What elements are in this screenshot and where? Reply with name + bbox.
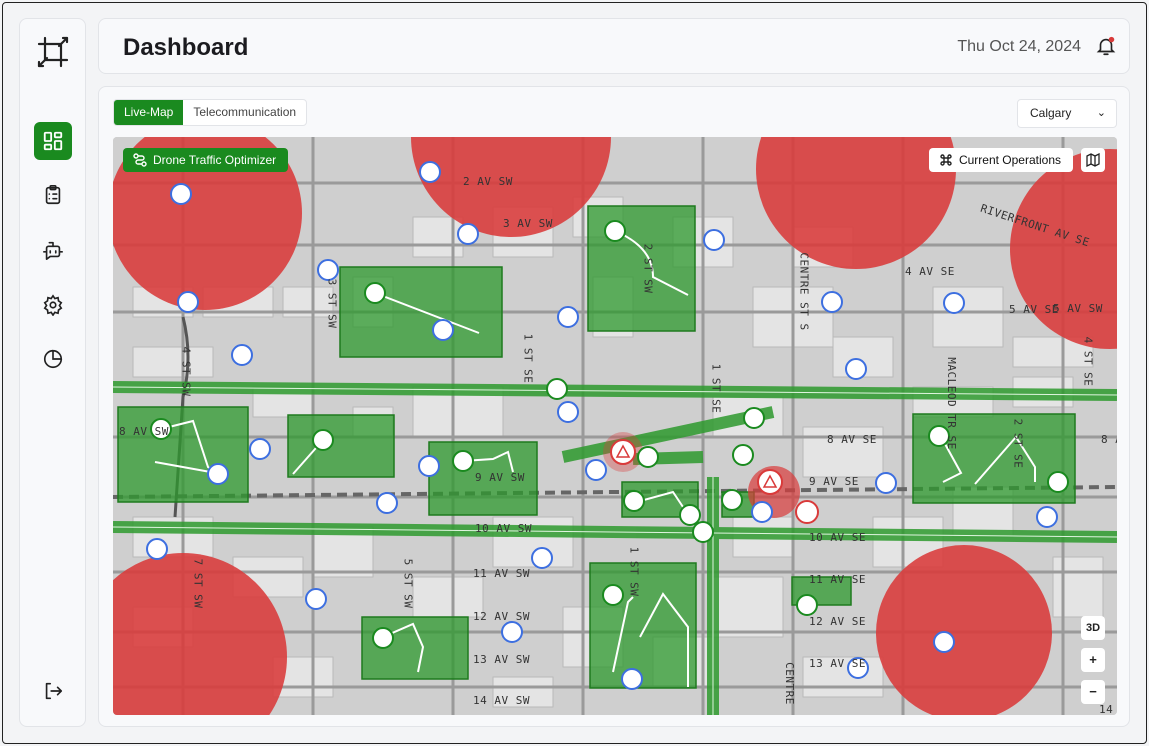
logout-icon: [45, 682, 63, 700]
map-canvas[interactable]: [113, 137, 1117, 715]
street-label: 8 AV SE: [827, 433, 877, 446]
gear-icon: [43, 294, 63, 316]
clipboard-icon: [45, 185, 61, 205]
street-label: 1 ST SW: [627, 546, 641, 597]
street-label: 9 AV SW: [475, 471, 525, 484]
page-title: Dashboard: [123, 34, 249, 61]
street-label: 3 AV SW: [503, 217, 553, 230]
tab-telecommunication[interactable]: Telecommunication: [183, 100, 306, 125]
notification-button[interactable]: [1095, 35, 1117, 57]
street-label: 2 ST SW: [641, 243, 655, 294]
dashboard-icon: [43, 131, 63, 151]
street-label: 13 AV SE: [809, 657, 866, 670]
street-label: 5 ST SW: [401, 558, 415, 609]
view-tabs: Live-Map Telecommunication: [113, 99, 308, 126]
logo-icon[interactable]: [34, 33, 72, 71]
command-icon: [940, 154, 952, 166]
street-label: 10 AV SW: [475, 522, 532, 535]
sidebar-item-dashboard[interactable]: [34, 122, 72, 160]
street-label: 10 AV SE: [809, 531, 866, 544]
zoom-in-button[interactable]: +: [1081, 648, 1105, 672]
route-icon: [133, 153, 147, 167]
street-label: 4 ST SW: [179, 346, 193, 397]
live-map[interactable]: 2 AV SW 3 AV SW RIVERFRONT AV SE 4 AV SE…: [113, 137, 1117, 715]
street-label: 1 ST SE: [521, 333, 535, 384]
header: Dashboard Thu Oct 24, 2024: [98, 18, 1130, 74]
street-label: 8 AV SW: [119, 425, 169, 438]
main-panel: Live-Map Telecommunication Calgary ⌄ 2 A…: [98, 86, 1130, 727]
street-label: 7 ST SW: [191, 558, 205, 609]
logout-button[interactable]: [34, 672, 72, 710]
street-label: 14 AV SW: [473, 694, 530, 707]
street-label: 4 AV SE: [905, 265, 955, 278]
tab-live-map[interactable]: Live-Map: [114, 100, 184, 125]
street-label: 2 AV SW: [463, 175, 513, 188]
street-label: 4 ST SE: [1081, 336, 1095, 387]
street-label: 5 AV SE: [1009, 303, 1059, 316]
drone-traffic-optimizer-label: Drone Traffic Optimizer: [153, 153, 277, 167]
street-label: 3 ST SW: [325, 278, 339, 329]
sidebar-item-reports[interactable]: [34, 176, 72, 214]
sidebar: [19, 18, 86, 727]
city-select-value: Calgary: [1030, 106, 1072, 120]
street-label: CENTRE: [782, 662, 796, 705]
street-label: 12 AV SE: [809, 615, 866, 628]
chevron-down-icon: ⌄: [1096, 107, 1106, 119]
sidebar-item-analytics[interactable]: [34, 340, 72, 378]
street-label: 12 AV SW: [473, 610, 530, 623]
map-icon: [1086, 153, 1100, 167]
street-label: 1 ST SE: [709, 363, 723, 414]
current-operations-label: Current Operations: [958, 153, 1061, 167]
3d-toggle-button[interactable]: 3D: [1081, 616, 1105, 640]
current-date: Thu Oct 24, 2024: [957, 38, 1081, 55]
street-label: 9 AV SE: [809, 475, 859, 488]
drone-traffic-optimizer-button[interactable]: Drone Traffic Optimizer: [123, 148, 289, 172]
bot-icon: [43, 241, 63, 260]
street-label: 11 AV SW: [473, 567, 530, 580]
sidebar-item-assistant[interactable]: [34, 231, 72, 269]
street-label: 2 ST SE: [1011, 418, 1025, 469]
zoom-out-button[interactable]: −: [1081, 680, 1105, 704]
sidebar-item-settings[interactable]: [34, 286, 72, 324]
pie-chart-icon: [43, 349, 63, 369]
street-label: 14: [1099, 703, 1114, 715]
street-label: CENTRE ST S: [797, 252, 811, 331]
street-label: 11 AV SE: [809, 573, 866, 586]
map-layers-button[interactable]: [1081, 148, 1105, 172]
city-select[interactable]: Calgary ⌄: [1017, 99, 1117, 128]
current-operations-button[interactable]: Current Operations: [928, 148, 1073, 172]
street-label: 5 AV SW: [1053, 302, 1103, 315]
street-label: 13 AV SW: [473, 653, 530, 666]
street-label: 8 A: [1101, 433, 1117, 446]
bell-icon: [1096, 36, 1116, 56]
street-label: MACLEOD TR SE: [944, 357, 958, 450]
